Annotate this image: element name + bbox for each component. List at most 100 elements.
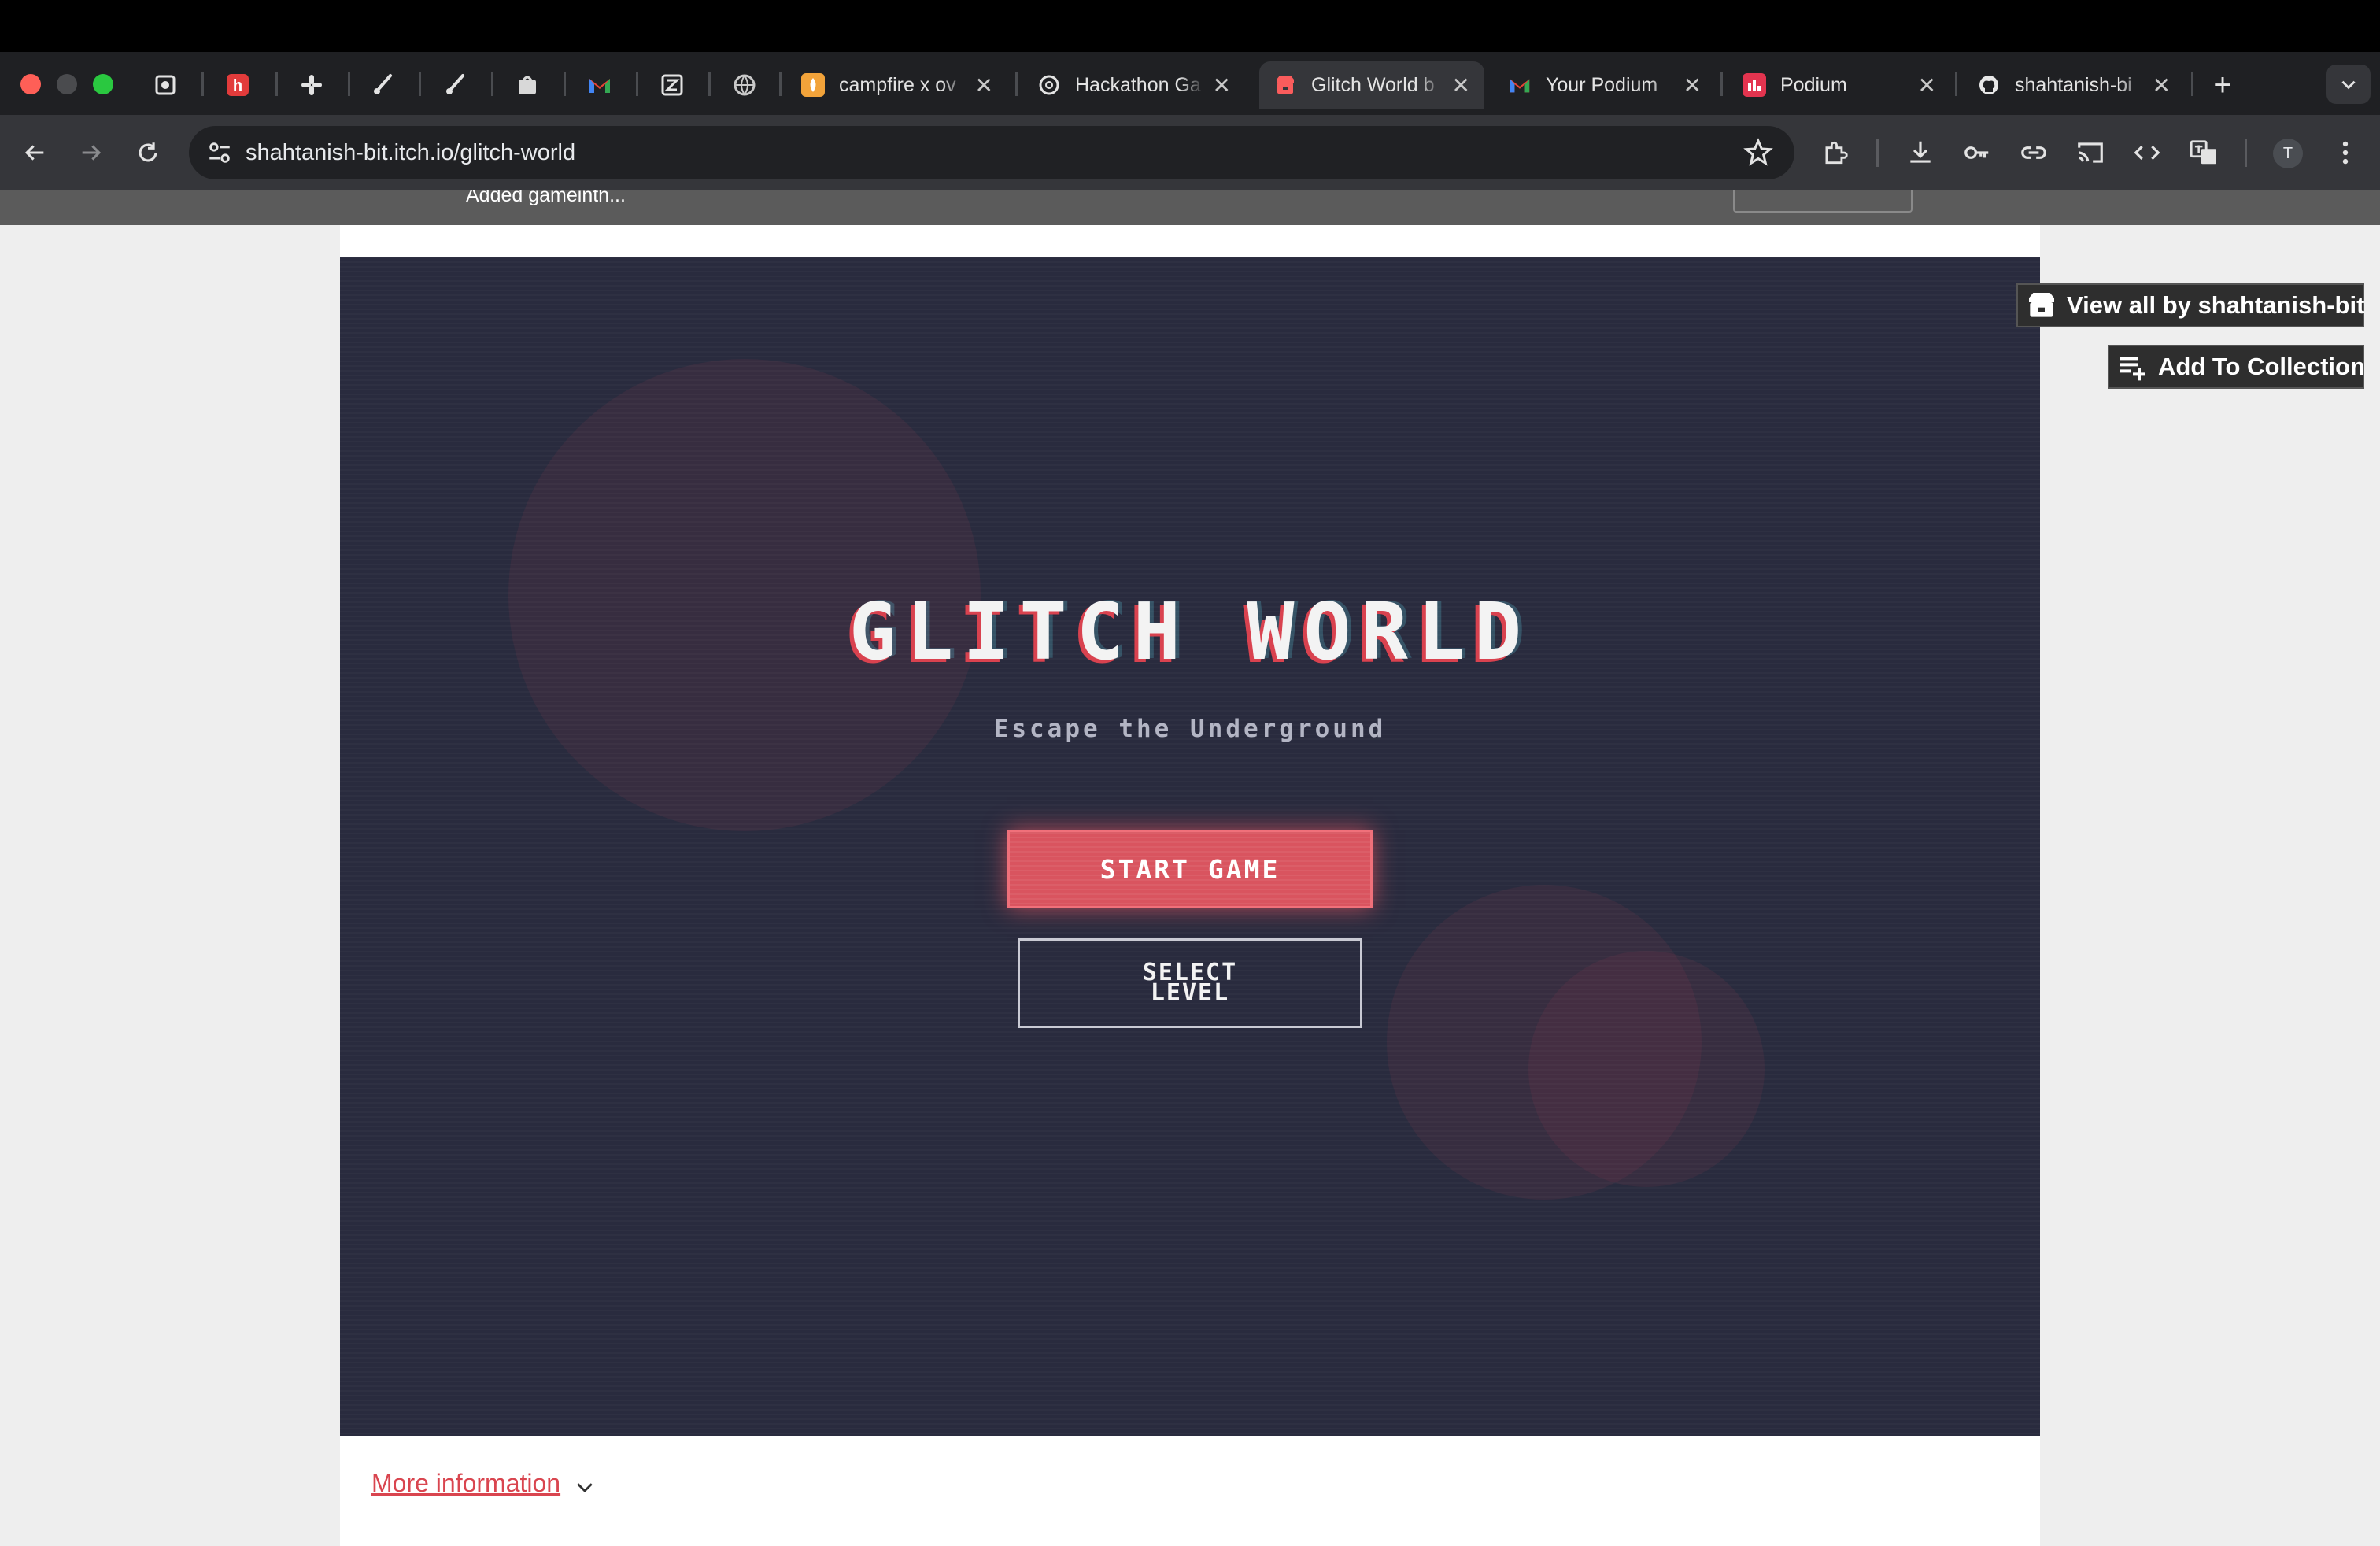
- pinned-tab-7[interactable]: [582, 68, 617, 102]
- chevron-down-icon: [2341, 80, 2356, 90]
- start-game-label: START GAME: [1099, 853, 1281, 885]
- brush-icon: [446, 74, 464, 94]
- download-icon: [1910, 141, 1931, 163]
- tab-separator: [564, 72, 566, 96]
- tab-separator: [1015, 72, 1018, 96]
- header-button[interactable]: [1733, 190, 1913, 213]
- game-title: GLITCH WORLD: [848, 586, 1532, 678]
- tab-separator: [491, 72, 493, 96]
- tab-separator: [636, 72, 638, 96]
- tab-title: Your Podium: [1546, 73, 1658, 96]
- site-settings-icon[interactable]: [206, 139, 233, 166]
- close-icon[interactable]: ✕: [1683, 72, 1702, 98]
- code-icon: [2134, 145, 2160, 161]
- copy-link-button[interactable]: [2016, 135, 2051, 170]
- tab-separator: [348, 72, 350, 96]
- menu-bar-area: [0, 0, 2380, 52]
- tab-separator: [201, 72, 204, 96]
- pinned-tab-3[interactable]: [294, 68, 329, 102]
- browser-menu-button[interactable]: [2328, 135, 2363, 170]
- close-window-button[interactable]: [20, 74, 41, 94]
- image-icon: [155, 75, 176, 95]
- pinned-tab-6[interactable]: [510, 68, 545, 102]
- tab-github[interactable]: shahtanish-bi ✕: [1963, 61, 2185, 109]
- tab-search-button[interactable]: [2326, 65, 2371, 104]
- pinned-tab-1[interactable]: [148, 68, 183, 102]
- cast-icon: [2078, 142, 2103, 163]
- view-all-by-creator-button[interactable]: View all by shahtanish-bit: [2016, 283, 2364, 327]
- tab-campfire[interactable]: campfire x ov ✕: [787, 61, 1007, 109]
- campfire-icon: [801, 73, 825, 97]
- url-text[interactable]: shahtanish-bit.itch.io/glitch-world: [246, 140, 575, 166]
- key-icon: [1964, 146, 1989, 159]
- tab-podium[interactable]: Podium ✕: [1728, 61, 1950, 109]
- itchio-icon: [1273, 73, 1297, 97]
- more-information-link[interactable]: More information: [371, 1469, 560, 1498]
- tab-title: Hackathon Ga: [1075, 73, 1201, 96]
- pinned-tab-5[interactable]: [438, 68, 472, 102]
- tab-separator: [1720, 72, 1723, 96]
- close-icon[interactable]: ✕: [975, 72, 993, 98]
- pinned-tab-2[interactable]: h: [220, 68, 255, 102]
- arrow-right-icon: [82, 145, 102, 161]
- close-icon[interactable]: ✕: [1452, 72, 1470, 98]
- tab-hackathon[interactable]: Hackathon Ga ✕: [1023, 61, 1245, 109]
- pinned-tab-8[interactable]: [655, 68, 689, 102]
- tab-separator: [275, 72, 278, 96]
- puzzle-icon: [1825, 141, 1848, 165]
- page-viewport: Added gameinth... GLITCH WORLD Escape th…: [0, 190, 2380, 1546]
- gmail-icon: [589, 79, 610, 93]
- passwords-button[interactable]: [1960, 135, 1994, 170]
- profile-avatar[interactable]: T: [2273, 139, 2303, 168]
- extensions-button[interactable]: [1818, 135, 1853, 170]
- toolbar-separator: [1876, 139, 1879, 167]
- back-button[interactable]: [16, 134, 54, 172]
- pinned-tab-9[interactable]: [727, 68, 762, 102]
- tab-glitch-world[interactable]: Glitch World b ✕: [1259, 61, 1484, 109]
- tab-separator: [1955, 72, 1957, 96]
- tab-separator: [2191, 72, 2193, 96]
- game-frame[interactable]: GLITCH WORLD Escape the Underground STAR…: [340, 257, 2040, 1436]
- pinned-tab-4[interactable]: [365, 68, 400, 102]
- game-subtitle: Escape the Underground: [993, 715, 1387, 743]
- add-to-collection-button[interactable]: Add To Collection: [2108, 345, 2365, 389]
- close-icon[interactable]: ✕: [2153, 72, 2171, 98]
- link-icon: [2021, 146, 2046, 159]
- translate-button[interactable]: [2186, 135, 2221, 170]
- new-tab-button[interactable]: +: [2204, 66, 2241, 104]
- z-logo-icon: [661, 74, 683, 96]
- developer-tools-button[interactable]: [2130, 135, 2164, 170]
- svg-text:h: h: [233, 77, 242, 94]
- tab-title: shahtanish-bi: [2015, 73, 2132, 96]
- select-level-button[interactable]: SELECT LEVEL: [1018, 938, 1362, 1028]
- tab-title: Glitch World b: [1311, 73, 1435, 96]
- github-icon: [1977, 73, 2001, 97]
- tab-separator: [708, 72, 711, 96]
- reload-button[interactable]: [129, 134, 167, 172]
- cast-button[interactable]: [2073, 135, 2108, 170]
- tab-separator: [779, 72, 782, 96]
- minimize-window-button[interactable]: [57, 74, 77, 94]
- close-icon[interactable]: ✕: [1918, 72, 1936, 98]
- tab-your-podium[interactable]: Your Podium ✕: [1494, 61, 1716, 109]
- reload-icon: [139, 142, 157, 162]
- add-to-collection-label: Add To Collection: [2158, 353, 2365, 380]
- itchio-icon: [2029, 293, 2054, 317]
- status-note: Added gameinth...: [466, 190, 626, 206]
- tab-title: campfire x ov: [839, 73, 956, 96]
- downloads-button[interactable]: [1903, 135, 1938, 170]
- chevron-down-icon[interactable]: [573, 1475, 597, 1499]
- podium-icon: [1743, 73, 1766, 97]
- start-game-button[interactable]: START GAME: [1007, 830, 1373, 908]
- select-level-label: SELECT LEVEL: [1142, 959, 1238, 1007]
- openai-icon: [1037, 73, 1061, 97]
- bookmark-star-icon[interactable]: [1743, 137, 1774, 168]
- address-bar[interactable]: shahtanish-bit.itch.io/glitch-world: [189, 126, 1794, 179]
- tab-separator: [419, 72, 421, 96]
- close-icon[interactable]: ✕: [1213, 72, 1231, 98]
- bag-icon: [519, 76, 536, 94]
- maximize-window-button[interactable]: [93, 74, 113, 94]
- globe-icon: [734, 74, 756, 96]
- slack-icon: [301, 75, 322, 95]
- forward-button[interactable]: [72, 134, 110, 172]
